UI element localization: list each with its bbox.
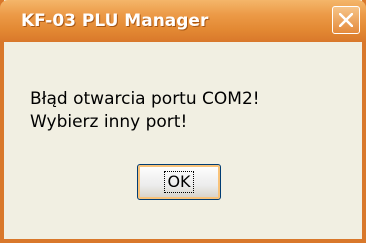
message-line-1: Błąd otwarcia portu COM2!: [30, 89, 260, 109]
message-line-2: Wybierz inny port!: [30, 112, 188, 132]
ok-button-label: OK: [164, 171, 194, 193]
title-bar[interactable]: KF-03 PLU Manager: [0, 0, 366, 42]
window-title: KF-03 PLU Manager: [21, 11, 209, 31]
close-button[interactable]: [332, 6, 360, 34]
close-icon: [339, 13, 353, 27]
message-dialog: KF-03 PLU Manager Błąd otwarcia portu CO…: [0, 0, 366, 243]
ok-button[interactable]: OK: [137, 164, 221, 200]
message-text: Błąd otwarcia portu COM2! Wybierz inny p…: [30, 88, 260, 134]
